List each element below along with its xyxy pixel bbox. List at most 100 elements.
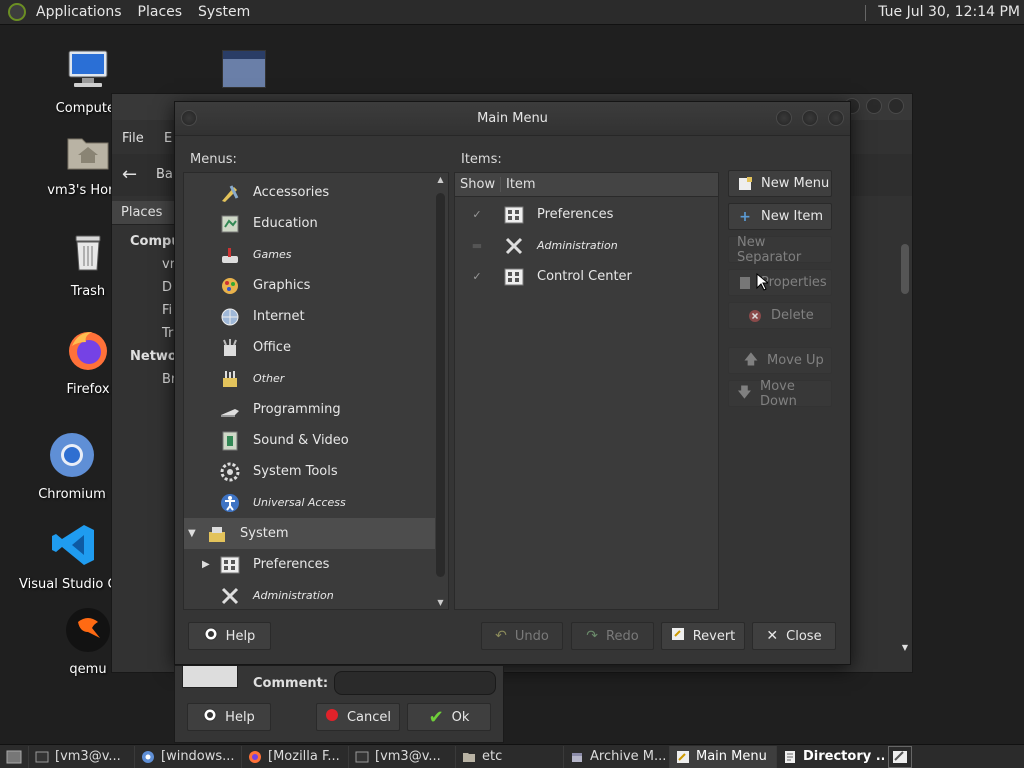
scroll-down-arrow-icon[interactable]: ▼	[435, 598, 446, 607]
preferences-icon	[220, 556, 240, 573]
button-label: New Item	[761, 209, 824, 224]
task-label: Directory ...	[803, 749, 884, 764]
menu-tree-item-graphics[interactable]: Graphics	[184, 270, 434, 301]
menu-tree-item-system-tools[interactable]: System Tools	[184, 456, 434, 487]
mouse-cursor-icon	[756, 273, 768, 291]
revert-button[interactable]: Revert	[661, 622, 745, 650]
cancel-button[interactable]: Cancel	[316, 703, 400, 731]
taskbar-item-firefox[interactable]: [Mozilla F...	[241, 745, 348, 768]
back-label[interactable]: Ba	[156, 167, 173, 182]
scroll-up-arrow-icon[interactable]: ▲	[435, 175, 446, 184]
show-desktop-button[interactable]	[0, 746, 28, 768]
applications-menu[interactable]: Applications	[28, 0, 130, 25]
show-checkbox[interactable]: ✓	[471, 270, 483, 283]
menu-tree-item-universal-access[interactable]: Universal Access	[184, 487, 434, 518]
comment-field[interactable]	[334, 671, 496, 695]
menus-tree[interactable]: Accessories Education Games Graphics Int…	[183, 172, 449, 610]
menu-tree-label: Internet	[253, 309, 305, 324]
menu-tree-item-other[interactable]: Other	[184, 363, 434, 394]
taskbar-item-etc[interactable]: etc	[455, 745, 563, 768]
button-label: New Separator	[737, 234, 802, 265]
taskbar-item-terminal-1[interactable]: [vm3@v...	[28, 745, 134, 768]
delete-icon	[747, 308, 763, 324]
undo-button[interactable]: ↶ Undo	[481, 622, 563, 650]
menu-tree-item-internet[interactable]: Internet	[184, 301, 434, 332]
window-thumbnail[interactable]	[222, 50, 266, 88]
help-button[interactable]: Help	[187, 703, 271, 731]
check-icon: ✔	[428, 706, 444, 728]
help-button[interactable]: Help	[188, 622, 271, 650]
mate-logo-icon[interactable]	[8, 3, 26, 21]
items-list[interactable]: Show Item ✓ Preferences ▬ Administration…	[454, 172, 719, 610]
administration-icon	[221, 587, 239, 604]
taskbar-item-directory[interactable]: Directory ...	[776, 745, 884, 768]
item-row-administration[interactable]: ▬ Administration	[455, 230, 718, 261]
workspace-switcher[interactable]	[888, 745, 912, 768]
places-label[interactable]: Places	[121, 205, 162, 220]
menu-tree-item-sound-video[interactable]: Sound & Video	[184, 425, 434, 456]
menu-tree-label: Universal Access	[253, 496, 346, 509]
sidebar-item[interactable]: Tr	[162, 326, 173, 341]
delete-button[interactable]: Delete	[728, 302, 832, 329]
column-show[interactable]: Show	[455, 177, 501, 192]
sidebar-item[interactable]: Fi	[162, 303, 172, 318]
scrollbar[interactable]: ▼	[900, 234, 910, 652]
maximize-icon[interactable]	[802, 110, 818, 126]
taskbar-item-main-menu[interactable]: Main Menu	[669, 745, 776, 768]
menu-tree-item-administration[interactable]: Administration	[184, 580, 434, 609]
column-item[interactable]: Item	[501, 177, 536, 192]
titlebar[interactable]: Main Menu	[175, 102, 850, 136]
show-checkbox[interactable]: ▬	[471, 239, 483, 252]
menu-tree-item-education[interactable]: Education	[184, 208, 434, 239]
collapse-arrow-icon[interactable]: ▶	[202, 559, 219, 570]
launcher-icon-button[interactable]	[182, 666, 238, 688]
new-item-button[interactable]: + New Item	[728, 203, 832, 230]
maximize-icon[interactable]	[866, 98, 882, 114]
item-label: Control Center	[537, 269, 632, 284]
new-menu-button[interactable]: New Menu	[728, 170, 832, 197]
button-label: Undo	[514, 628, 549, 644]
sidebar-item[interactable]: D	[162, 280, 172, 295]
menu-tree-item-office[interactable]: Office	[184, 332, 434, 363]
expand-arrow-icon[interactable]: ▼	[188, 528, 200, 539]
menu-tree-label: Graphics	[253, 278, 311, 293]
redo-button[interactable]: ↷ Redo	[571, 622, 654, 650]
menu-tree-item-programming[interactable]: Programming	[184, 394, 434, 425]
clock[interactable]: Tue Jul 30, 12:14 PM	[865, 0, 1024, 25]
sidebar-computer[interactable]: Compu	[130, 234, 181, 249]
button-label: Move Down	[759, 378, 797, 409]
minimize-icon[interactable]	[776, 110, 792, 126]
close-icon[interactable]	[888, 98, 904, 114]
close-button[interactable]: ✕ Close	[752, 622, 836, 650]
file-menu[interactable]: File	[122, 131, 144, 146]
launcher-properties-dialog: Comment: Help Cancel ✔ Ok	[174, 665, 504, 743]
clock-label: Tue Jul 30, 12:14 PM	[878, 4, 1020, 20]
office-icon	[223, 338, 237, 356]
taskbar-item-archive-manager[interactable]: Archive M...	[563, 745, 669, 768]
revert-icon	[671, 627, 685, 645]
item-label: Preferences	[537, 207, 614, 222]
item-row-control-center[interactable]: ✓ Control Center	[455, 261, 718, 292]
taskbar-item-terminal-2[interactable]: [vm3@v...	[348, 745, 455, 768]
item-label: Administration	[537, 239, 618, 252]
menus-scrollbar[interactable]: ▲ ▼	[435, 175, 446, 607]
move-down-button[interactable]: 🡇 Move Down	[728, 378, 832, 409]
taskbar-item-chromium[interactable]: [windows...	[134, 745, 241, 768]
close-icon[interactable]	[828, 110, 844, 126]
ok-button[interactable]: ✔ Ok	[407, 703, 491, 731]
menu-tree-item-games[interactable]: Games	[184, 239, 434, 270]
menu-tree-item-preferences[interactable]: ▶ Preferences	[184, 549, 434, 580]
edit-menu[interactable]: E	[164, 131, 172, 146]
menu-tree-item-accessories[interactable]: Accessories	[184, 177, 434, 208]
menu-tree-item-system[interactable]: ▼ System	[184, 518, 435, 549]
scroll-thumb[interactable]	[436, 193, 445, 577]
properties-button[interactable]: Properties	[728, 269, 832, 296]
back-arrow-icon[interactable]: ←	[122, 164, 137, 185]
new-separator-button[interactable]: New Separator	[728, 234, 832, 265]
places-menu[interactable]: Places	[130, 0, 191, 25]
item-row-preferences[interactable]: ✓ Preferences	[455, 199, 718, 230]
show-checkbox[interactable]: ✓	[471, 208, 483, 221]
move-up-button[interactable]: 🡅 Move Up	[728, 347, 832, 374]
archive-icon	[572, 752, 582, 762]
system-menu[interactable]: System	[190, 0, 258, 25]
